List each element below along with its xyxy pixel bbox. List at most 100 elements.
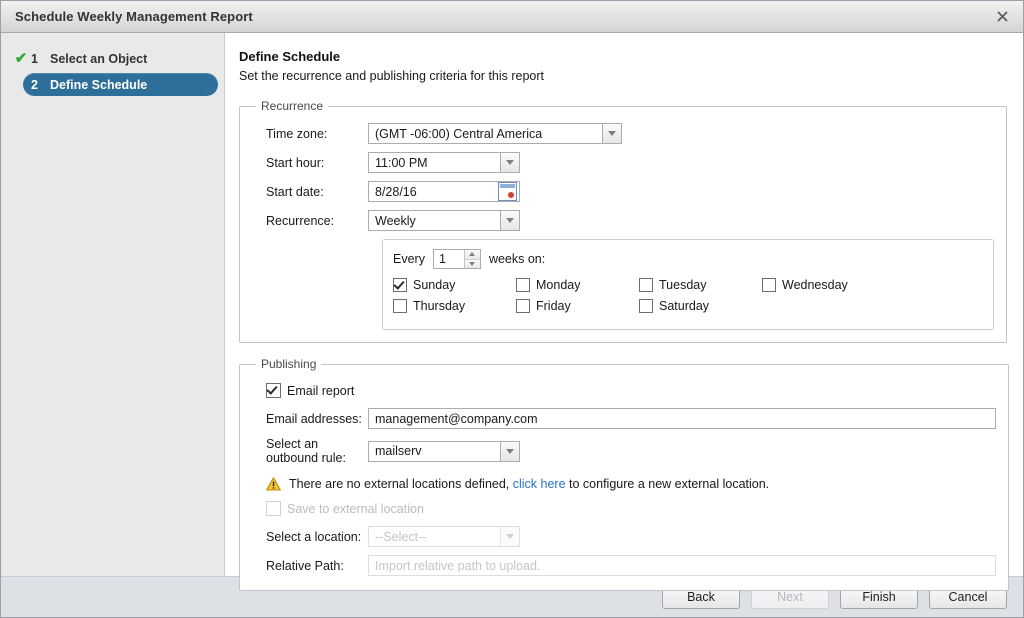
outbound-rule-row: Select an outbound rule: mailserv — [252, 437, 996, 465]
save-external-location-row: Save to external location — [266, 501, 996, 516]
close-icon[interactable] — [991, 6, 1013, 28]
step-number: 1 — [31, 51, 38, 66]
start-date-label: Start date: — [266, 184, 324, 199]
timezone-select[interactable]: (GMT -06:00) Central America — [368, 123, 622, 144]
checkbox-saturday[interactable] — [639, 299, 653, 313]
relative-path-placeholder: Import relative path to upload. — [375, 558, 541, 573]
recurrence-group: Recurrence Time zone: (GMT -06:00) Centr… — [239, 99, 1007, 343]
publishing-group: Publishing Email report Email addresses:… — [239, 357, 1009, 591]
email-addresses-label: Email addresses: — [266, 411, 362, 426]
relative-path-label: Relative Path: — [266, 558, 344, 573]
weekday-checkbox-grid: Sunday Monday Tuesday Wednesday Thursday… — [393, 278, 983, 320]
weekly-options-box: Every 1 weeks on: Sunday Monday Tuesday … — [382, 239, 994, 330]
relative-path-input: Import relative path to upload. — [368, 555, 996, 576]
title-bar: Schedule Weekly Management Report — [1, 1, 1023, 33]
publishing-legend: Publishing — [261, 357, 317, 371]
outbound-rule-label-line2: outbound rule: — [266, 451, 346, 465]
configure-external-location-link[interactable]: click here — [513, 477, 566, 491]
check-icon: ✔ — [14, 50, 28, 67]
weekday-label: Saturday — [659, 299, 710, 313]
recurrence-value: Weekly — [375, 213, 416, 228]
external-location-warning: There are no external locations defined,… — [266, 477, 996, 491]
every-weeks-row: Every 1 weeks on: — [393, 249, 983, 269]
weekday-label: Sunday — [413, 278, 456, 292]
dialog-body: ✔ 1 Select an Object 2 Define Schedule D… — [1, 33, 1023, 591]
save-external-location-label: Save to external location — [287, 501, 424, 516]
page-title: Define Schedule — [239, 49, 341, 64]
dialog-window: Schedule Weekly Management Report ✔ 1 Se… — [0, 0, 1024, 618]
weekday-friday[interactable]: Friday — [516, 299, 639, 313]
email-report-row[interactable]: Email report — [266, 383, 996, 398]
checkbox-friday[interactable] — [516, 299, 530, 313]
outbound-rule-value: mailserv — [375, 444, 422, 458]
main-content: Define Schedule Set the recurrence and p… — [225, 33, 1023, 591]
email-addresses-input[interactable]: management@company.com — [368, 408, 996, 429]
select-location-select: --Select-- — [368, 526, 520, 547]
week-interval-value: 1 — [438, 252, 446, 266]
chevron-down-icon[interactable] — [500, 211, 519, 230]
start-date-input[interactable]: 8/28/16 — [368, 181, 520, 202]
every-label: Every — [393, 252, 425, 266]
start-date-row: Start date: 8/28/16 — [252, 181, 994, 202]
weekday-monday[interactable]: Monday — [516, 278, 639, 292]
outbound-rule-label: Select an outbound rule: — [252, 437, 368, 465]
weekday-sunday[interactable]: Sunday — [393, 278, 516, 292]
weekday-wednesday[interactable]: Wednesday — [762, 278, 885, 292]
start-date-value: 8/28/16 — [375, 184, 417, 199]
checkbox-sunday[interactable] — [393, 278, 407, 292]
weekday-tuesday[interactable]: Tuesday — [639, 278, 762, 292]
step-label: Define Schedule — [50, 77, 148, 92]
email-addresses-row: Email addresses: management@company.com — [252, 408, 996, 429]
timezone-row: Time zone: (GMT -06:00) Central America — [252, 123, 994, 144]
start-hour-value: 11:00 PM — [375, 155, 428, 170]
chevron-down-icon[interactable] — [602, 124, 621, 143]
sidebar-item-select-an-object[interactable]: ✔ 1 Select an Object — [7, 47, 218, 70]
chevron-down-icon — [500, 527, 519, 546]
weekday-label: Wednesday — [782, 278, 848, 292]
warning-icon — [266, 477, 281, 491]
warning-text-before: There are no external locations defined, — [289, 477, 513, 491]
relative-path-row: Relative Path: Import relative path to u… — [252, 555, 996, 576]
timezone-label: Time zone: — [266, 126, 328, 141]
checkbox-monday[interactable] — [516, 278, 530, 292]
select-location-value: --Select-- — [375, 529, 427, 544]
weekday-label: Tuesday — [659, 278, 707, 292]
start-hour-label: Start hour: — [266, 155, 325, 170]
select-location-row: Select a location: --Select-- — [252, 526, 996, 547]
step-label: Select an Object — [50, 51, 148, 66]
weekday-thursday[interactable]: Thursday — [393, 299, 516, 313]
start-hour-select[interactable]: 11:00 PM — [368, 152, 520, 173]
stepper-up-icon[interactable] — [464, 250, 480, 260]
outbound-rule-label-line1: Select an — [266, 437, 319, 451]
warning-text: There are no external locations defined,… — [289, 477, 769, 491]
calendar-icon[interactable] — [498, 182, 517, 201]
start-hour-row: Start hour: 11:00 PM — [252, 152, 994, 173]
wizard-steps-sidebar: ✔ 1 Select an Object 2 Define Schedule — [1, 33, 225, 576]
outbound-rule-select[interactable]: mailserv — [368, 440, 520, 462]
email-report-label: Email report — [287, 383, 355, 398]
weekday-label: Thursday — [413, 299, 466, 313]
stepper-down-icon[interactable] — [464, 259, 480, 268]
checkbox-thursday[interactable] — [393, 299, 407, 313]
recurrence-select[interactable]: Weekly — [368, 210, 520, 231]
weekday-label: Friday — [536, 299, 571, 313]
recurrence-row: Recurrence: Weekly — [252, 210, 994, 231]
recurrence-label: Recurrence: — [266, 213, 335, 228]
checkbox-email-report[interactable] — [266, 383, 281, 398]
page-subtitle: Set the recurrence and publishing criter… — [239, 69, 545, 83]
chevron-down-icon[interactable] — [500, 153, 519, 172]
select-location-label: Select a location: — [266, 529, 362, 544]
step-number: 2 — [31, 77, 38, 92]
email-addresses-value: management@company.com — [375, 411, 538, 426]
checkbox-save-to-external-location — [266, 501, 281, 516]
window-title: Schedule Weekly Management Report — [15, 9, 253, 24]
timezone-value: (GMT -06:00) Central America — [375, 126, 543, 141]
weeks-on-label: weeks on: — [488, 252, 546, 266]
recurrence-legend: Recurrence — [261, 99, 324, 113]
checkbox-tuesday[interactable] — [639, 278, 653, 292]
week-interval-stepper[interactable]: 1 — [432, 249, 481, 269]
weekday-saturday[interactable]: Saturday — [639, 299, 762, 313]
checkbox-wednesday[interactable] — [762, 278, 776, 292]
chevron-down-icon[interactable] — [500, 441, 519, 461]
sidebar-item-define-schedule[interactable]: 2 Define Schedule — [23, 73, 218, 96]
